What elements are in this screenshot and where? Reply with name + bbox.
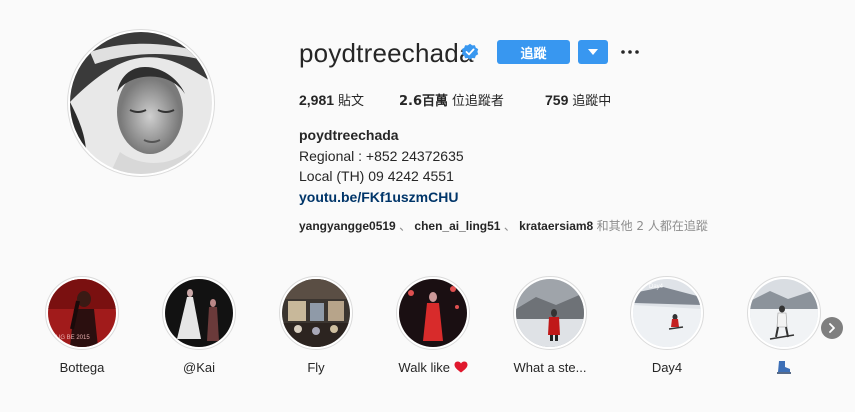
avatar-image	[70, 32, 212, 174]
highlight-cover: Day4	[633, 279, 701, 347]
highlight-cover	[399, 279, 467, 347]
highlight-kai[interactable]: @Kai	[161, 276, 237, 375]
highlight-label-text: Walk like	[398, 360, 450, 375]
bio-name: poydtreechada	[299, 127, 399, 143]
highlights-next-button[interactable]	[821, 317, 843, 339]
highlight-cover	[516, 279, 584, 347]
more-options-button[interactable]	[619, 40, 641, 64]
chevron-down-icon	[588, 49, 598, 55]
highlight-day4[interactable]: Day4 Day4	[629, 276, 705, 375]
followers-stat[interactable]: 2.6百萬 位追蹤者	[399, 90, 504, 109]
red-heart-icon	[454, 361, 468, 373]
highlight-walk-like[interactable]: Walk like	[395, 276, 471, 375]
followed-by-suffix: 和其他 2 人都在追蹤	[596, 219, 708, 233]
highlight-label: Fly	[307, 360, 325, 375]
highlight-ring	[279, 276, 353, 350]
bio-line-regional: Regional : +852 24372635	[299, 147, 464, 164]
svg-text:Day4: Day4	[649, 284, 664, 290]
highlight-what-a-ste[interactable]: What a ste...	[512, 276, 588, 375]
followed-by-user[interactable]: chen_ai_ling51	[414, 219, 500, 233]
highlight-ring: AUG BE 2015	[45, 276, 119, 350]
follow-button[interactable]: 追蹤	[497, 40, 570, 64]
followed-by-text: yangyangge0519 、 chen_ai_ling51 、 kratae…	[299, 217, 708, 234]
followers-count: 2.6百萬	[399, 94, 449, 109]
highlight-ring	[162, 276, 236, 350]
highlight-label: @Kai	[183, 360, 215, 375]
bio-link[interactable]: youtu.be/FKf1uszmCHU	[299, 187, 464, 208]
followed-by-user[interactable]: yangyangge0519	[299, 219, 396, 233]
highlight-ski[interactable]	[746, 276, 822, 374]
posts-stat: 2,981 貼文	[299, 90, 364, 109]
highlight-bottega[interactable]: AUG BE 2015 Bottega	[44, 276, 120, 375]
highlight-cover	[165, 279, 233, 347]
highlight-label: Walk like	[375, 360, 491, 375]
highlight-label	[726, 360, 842, 377]
profile-username: poydtreechada	[299, 38, 474, 68]
highlight-label: Bottega	[59, 360, 105, 375]
suggestions-dropdown-button[interactable]	[578, 40, 608, 64]
highlight-cover	[282, 279, 350, 347]
bio-line-local: Local (TH) 09 4242 4551	[299, 168, 454, 184]
followers-label: 位追蹤者	[451, 94, 504, 109]
posts-count: 2,981	[299, 92, 335, 108]
followed-by-user[interactable]: krataersiam8	[519, 219, 593, 233]
separator: 、	[503, 219, 516, 233]
chevron-right-icon	[829, 323, 835, 333]
posts-label: 貼文	[337, 94, 364, 109]
separator: 、	[399, 219, 412, 233]
highlight-ring	[513, 276, 587, 350]
highlight-label: What a ste...	[513, 360, 587, 375]
following-stat[interactable]: 759 追蹤中	[545, 90, 611, 109]
highlight-cover: AUG BE 2015	[48, 279, 116, 347]
ski-boot-icon	[777, 361, 791, 374]
highlight-ring	[396, 276, 470, 350]
verified-badge-icon	[461, 43, 479, 61]
more-options-icon	[621, 50, 639, 54]
highlight-label: Day4	[651, 360, 683, 375]
highlight-ring: Day4	[630, 276, 704, 350]
svg-text:AUG BE 2015: AUG BE 2015	[52, 335, 90, 341]
highlight-cover	[750, 279, 818, 347]
highlight-fly[interactable]: Fly	[278, 276, 354, 375]
profile-avatar[interactable]	[67, 29, 215, 177]
following-label: 追蹤中	[572, 94, 612, 109]
following-count: 759	[545, 92, 569, 108]
highlight-ring	[747, 276, 821, 350]
profile-bio: poydtreechada Regional : +852 24372635 L…	[299, 125, 464, 207]
